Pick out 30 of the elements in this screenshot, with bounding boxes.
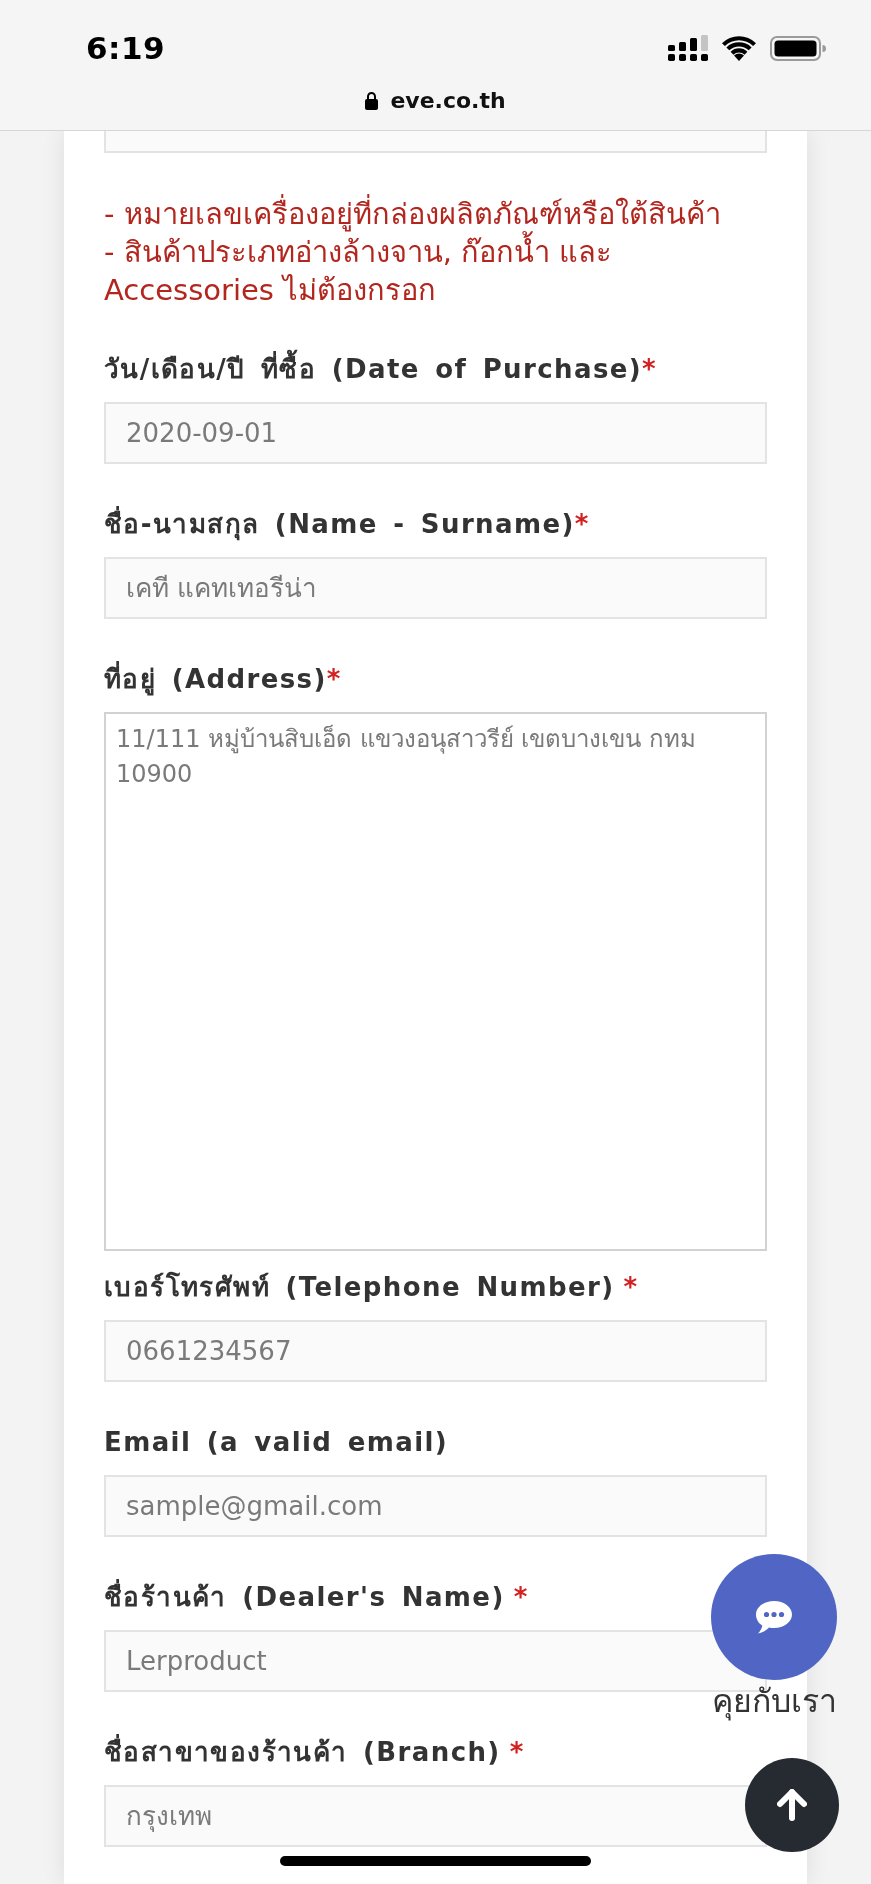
note-text: - หมายเลขเครื่องอยู่ที่กล่องผลิตภัณฑ์หรือใต้สินค้า xyxy=(104,195,767,233)
required-mark: * xyxy=(622,1271,638,1304)
signal-icon xyxy=(668,35,708,61)
battery-icon xyxy=(770,35,826,61)
field-label: วัน/เดือน/ปี ที่ซื้อ (Date of Purchase) xyxy=(104,351,643,387)
field-label: Email (a valid email) xyxy=(104,1426,449,1459)
status-time: 6:19 xyxy=(86,30,166,66)
required-mark: * xyxy=(326,663,341,696)
wifi-icon xyxy=(722,35,756,61)
field-label: เบอร์โทรศัพท์ (Telephone Number) xyxy=(104,1270,615,1304)
field-label: ที่อยู่ (Address) xyxy=(104,661,327,697)
chat-bubble-icon xyxy=(755,1600,793,1634)
required-mark: * xyxy=(512,1581,528,1614)
required-mark: * xyxy=(508,1736,524,1769)
field-label: ชื่อสาขาของร้านค้า (Branch) xyxy=(104,1734,501,1770)
url-text[interactable]: eve.co.th xyxy=(390,87,506,113)
input-field[interactable] xyxy=(104,131,767,153)
required-mark: * xyxy=(642,353,656,386)
input-field[interactable]: เคที แคทเทอรีน่า xyxy=(104,557,767,619)
input-field[interactable]: 2020-09-01 xyxy=(104,402,767,464)
text-area[interactable]: 11/111 หมู่บ้านสิบเอ็ด แขวงอนุสาวรีย์ เขตบางเขน กทม 10900 xyxy=(104,712,767,1251)
lock-icon xyxy=(365,90,379,110)
field-label: ชื่อร้านค้า (Dealer's Name) xyxy=(104,1579,505,1615)
input-field[interactable]: 0661234567 xyxy=(104,1320,767,1382)
input-field[interactable]: sample@gmail.com xyxy=(104,1475,767,1537)
required-mark: * xyxy=(574,508,589,541)
input-field[interactable]: กรุงเทพ xyxy=(104,1785,767,1847)
field-label: ชื่อ-นามสกุล (Name - Surname) xyxy=(104,506,575,542)
note-text: - สินค้าประเภทอ่างล้างจาน, ก๊อกน้ำ และ Accessories ไม่ต้องกรอก xyxy=(104,233,767,309)
arrow-up-icon xyxy=(777,1789,807,1821)
